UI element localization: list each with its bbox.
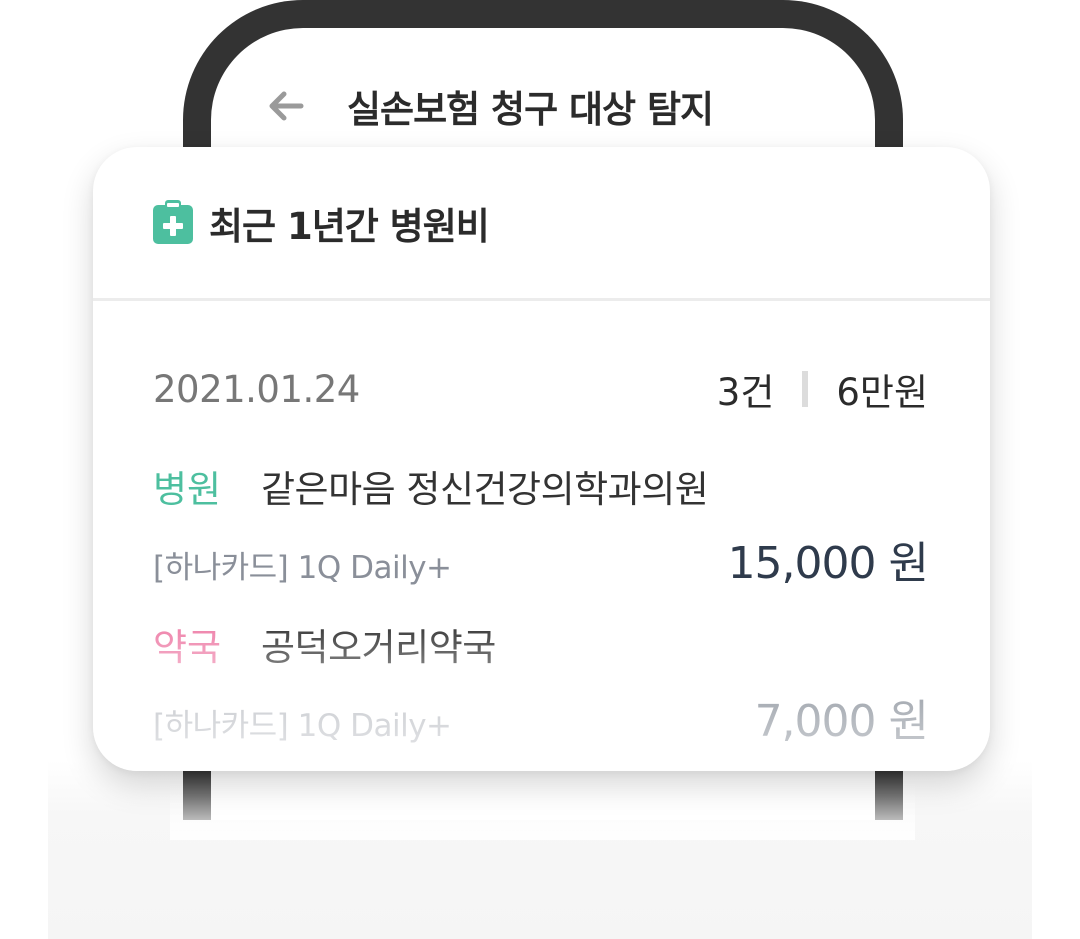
arrow-left-icon[interactable]: [265, 86, 305, 126]
app-header: 실손보험 청구 대상 탐지: [265, 78, 714, 134]
entry-place: 같은마음 정신건강의학과의원: [261, 468, 709, 511]
visit-count: 3건: [716, 371, 775, 414]
entry-card-name: [하나카드] 1Q Daily+: [153, 550, 452, 586]
medical-clipboard-icon: [153, 199, 193, 244]
summary-divider: [802, 371, 809, 407]
stage: 실손보험 청구 대상 탐지 최근 1년간 병원비 2021.01.24 3건 6…: [0, 0, 1080, 939]
page-title: 실손보험 청구 대상 탐지: [347, 88, 714, 131]
entry-amount: 15,000 원: [727, 538, 929, 589]
entry-kind-label: 약국: [153, 626, 222, 669]
entry-card-name: [하나카드] 1Q Daily+: [153, 708, 452, 744]
card-header: 최근 1년간 병원비: [93, 147, 990, 301]
date-row: 2021.01.24 3건 6만원: [153, 362, 928, 416]
list-item[interactable]: 병원 같은마음 정신건강의학과의원 [하나카드] 1Q Daily+ 15,00…: [153, 459, 929, 591]
visit-date: 2021.01.24: [153, 367, 360, 411]
hospital-expense-card: 최근 1년간 병원비 2021.01.24 3건 6만원 병원 같은마음 정신건…: [93, 147, 990, 771]
entry-amount: 7,000 원: [754, 696, 929, 747]
total-amount: 6만원: [836, 371, 928, 414]
entry-place: 공덕오거리약국: [261, 626, 496, 669]
list-item[interactable]: 약국 공덕오거리약국 [하나카드] 1Q Daily+ 7,000 원: [153, 617, 929, 749]
phone-fade: [170, 770, 915, 840]
card-title: 최근 1년간 병원비: [209, 204, 490, 248]
entry-kind-label: 병원: [153, 468, 222, 511]
summary: 3건 6만원: [717, 362, 928, 416]
